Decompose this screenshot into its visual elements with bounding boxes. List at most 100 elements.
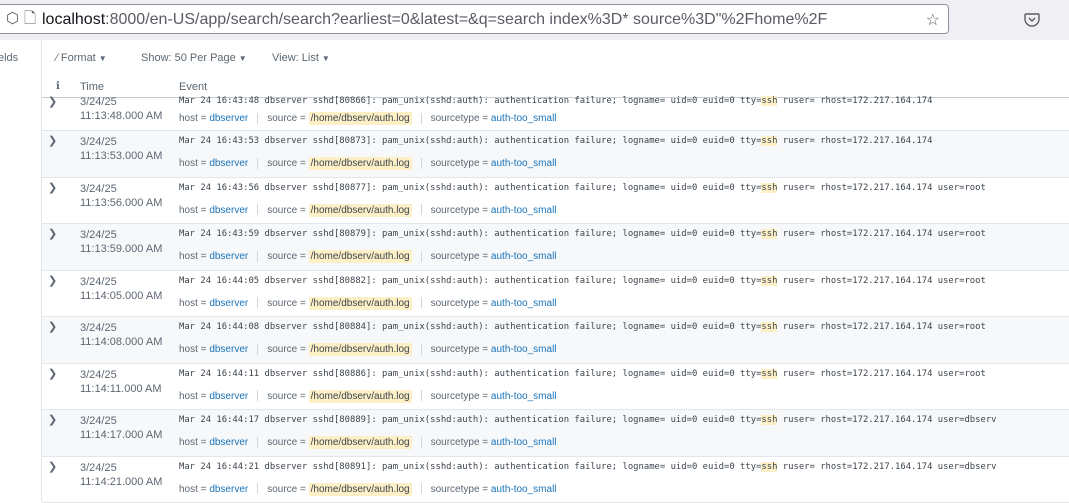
source-field-value[interactable]: /home/dbserv/auth.log [309, 390, 412, 403]
source-field-value[interactable]: /home/dbserv/auth.log [309, 157, 412, 170]
expand-chevron-icon[interactable]: ❯ [48, 274, 57, 287]
field-divider [257, 251, 258, 262]
expand-chevron-icon[interactable]: ❯ [48, 320, 57, 333]
event-raw-text[interactable]: Mar 24 16:44:05 dbserver sshd[80882]: pa… [179, 275, 986, 287]
event-raw-text[interactable]: Mar 24 16:43:53 dbserver sshd[80873]: pa… [179, 135, 932, 147]
event-text-pre: Mar 24 16:44:17 dbserver sshd[80889]: pa… [179, 415, 761, 425]
caret-down-icon: ▼ [99, 54, 107, 63]
sourcetype-field-value[interactable]: auth-too_small [491, 437, 557, 448]
sourcetype-field-value[interactable]: auth-too_small [491, 391, 557, 402]
format-menu[interactable]: ∕ Format▼ [56, 52, 107, 64]
source-field-value[interactable]: /home/dbserv/auth.log [309, 436, 412, 449]
pocket-icon[interactable] [1023, 10, 1041, 28]
table-row: ❯3/24/2511:14:05.000 AMMar 24 16:44:05 d… [42, 271, 1069, 318]
field-divider [421, 390, 422, 401]
event-time: 3/24/2511:14:17.000 AM [80, 414, 162, 442]
host-field-value[interactable]: dbserver [209, 158, 248, 169]
event-highlight-term[interactable]: ssh [761, 96, 777, 106]
event-text-post: ruser= rhost=172.217.164.174 user=root [777, 276, 985, 286]
event-date: 3/24/25 [80, 135, 162, 149]
event-time: 3/24/2511:14:11.000 AM [80, 368, 162, 396]
host-field-value[interactable]: dbserver [209, 437, 248, 448]
event-highlight-term[interactable]: ssh [761, 322, 777, 332]
event-raw-text[interactable]: Mar 24 16:44:17 dbserver sshd[80889]: pa… [179, 414, 997, 426]
sourcetype-field-value[interactable]: auth-too_small [491, 298, 557, 309]
sourcetype-field-value[interactable]: auth-too_small [491, 158, 557, 169]
host-field-value[interactable]: dbserver [209, 391, 248, 402]
star-icon[interactable]: ☆ [926, 10, 940, 30]
source-field-value[interactable]: /home/dbserv/auth.log [309, 297, 412, 310]
sourcetype-field-value[interactable]: auth-too_small [491, 251, 557, 262]
event-raw-text[interactable]: Mar 24 16:44:21 dbserver sshd[80891]: pa… [179, 461, 997, 473]
source-field-key: source = [267, 344, 306, 355]
source-field-key: source = [267, 391, 306, 402]
event-time: 3/24/2511:14:08.000 AM [80, 321, 162, 349]
expand-chevron-icon[interactable]: ❯ [48, 95, 57, 108]
host-field-value[interactable]: dbserver [209, 113, 248, 124]
event-text-post: ruser= rhost=172.217.164.174 [777, 96, 932, 106]
sourcetype-field-value[interactable]: auth-too_small [491, 205, 557, 216]
source-field-key: source = [267, 251, 306, 262]
time-column-header[interactable]: Time [80, 81, 104, 93]
event-highlight-term[interactable]: ssh [761, 136, 777, 146]
show-per-page-menu[interactable]: Show: 50 Per Page▼ [141, 52, 247, 64]
source-field-value[interactable]: /home/dbserv/auth.log [309, 250, 412, 263]
event-highlight-term[interactable]: ssh [761, 183, 777, 193]
event-text-pre: Mar 24 16:43:59 dbserver sshd[80879]: pa… [179, 229, 761, 239]
expand-chevron-icon[interactable]: ❯ [48, 134, 57, 147]
event-raw-text[interactable]: Mar 24 16:44:08 dbserver sshd[80884]: pa… [179, 321, 986, 333]
host-field-key: host = [179, 344, 207, 355]
view-label: View: List [272, 52, 319, 64]
field-divider [421, 158, 422, 169]
sourcetype-field-key: sourcetype = [431, 158, 489, 169]
event-date: 3/24/25 [80, 95, 162, 109]
host-field-value[interactable]: dbserver [209, 484, 248, 495]
expand-chevron-icon[interactable]: ❯ [48, 367, 57, 380]
url-bar[interactable]: ⬡ 🗋 localhost:8000/en-US/app/search/sear… [0, 4, 949, 34]
caret-down-icon: ▼ [239, 54, 247, 63]
sourcetype-field-value[interactable]: auth-too_small [491, 344, 557, 355]
page-icon[interactable]: 🗋 [24, 11, 36, 27]
expand-chevron-icon[interactable]: ❯ [48, 181, 57, 194]
host-field-value[interactable]: dbserver [209, 344, 248, 355]
expand-chevron-icon[interactable]: ❯ [48, 413, 57, 426]
event-time: 3/24/2511:13:56.000 AM [80, 182, 162, 210]
host-field-key: host = [179, 113, 207, 124]
field-divider [257, 113, 258, 124]
expand-chevron-icon[interactable]: ❯ [48, 227, 57, 240]
source-field-value[interactable]: /home/dbserv/auth.log [309, 204, 412, 217]
event-text-pre: Mar 24 16:44:21 dbserver sshd[80891]: pa… [179, 462, 761, 472]
view-menu[interactable]: View: List▼ [272, 52, 330, 64]
host-field-value[interactable]: dbserver [209, 298, 248, 309]
event-raw-text[interactable]: Mar 24 16:43:56 dbserver sshd[80877]: pa… [179, 182, 986, 194]
event-highlight-term[interactable]: ssh [761, 462, 777, 472]
event-timestamp: 11:14:08.000 AM [80, 335, 162, 349]
source-field-value[interactable]: /home/dbserv/auth.log [309, 343, 412, 356]
field-divider [421, 437, 422, 448]
url-text[interactable]: localhost:8000/en-US/app/search/search?e… [42, 10, 912, 30]
table-row: ❯ 3/24/2511:13:56.000 AM Mar 24 16:43:56 d… [42, 178, 1069, 225]
shield-icon[interactable]: ⬡ [6, 11, 19, 27]
fields-tab[interactable]: elds [0, 52, 18, 64]
sourcetype-field-value[interactable]: auth-too_small [491, 484, 557, 495]
host-field-value[interactable]: dbserver [209, 205, 248, 216]
event-time: 3/24/2511:14:21.000 AM [80, 461, 162, 489]
event-highlight-term[interactable]: ssh [761, 369, 777, 379]
sourcetype-field-value[interactable]: auth-too_small [491, 113, 557, 124]
host-field-key: host = [179, 437, 207, 448]
url-host: localhost [42, 11, 105, 28]
event-highlight-term[interactable]: ssh [761, 229, 777, 239]
expand-chevron-icon[interactable]: ❯ [48, 460, 57, 473]
host-field-value[interactable]: dbserver [209, 251, 248, 262]
source-field-value[interactable]: /home/dbserv/auth.log [309, 483, 412, 496]
event-text-post: ruser= rhost=172.217.164.174 user=dbserv [777, 415, 996, 425]
event-raw-text[interactable]: Mar 24 16:43:48 dbserver sshd[80866]: pa… [179, 95, 932, 107]
event-raw-text[interactable]: Mar 24 16:43:59 dbserver sshd[80879]: pa… [179, 228, 986, 240]
event-highlight-term[interactable]: ssh [761, 415, 777, 425]
event-raw-text[interactable]: Mar 24 16:44:11 dbserver sshd[80886]: pa… [179, 368, 986, 380]
event-highlight-term[interactable]: ssh [761, 276, 777, 286]
event-text-pre: Mar 24 16:44:11 dbserver sshd[80886]: pa… [179, 369, 761, 379]
event-timestamp: 11:13:48.000 AM [80, 109, 162, 123]
source-field-value[interactable]: /home/dbserv/auth.log [309, 112, 412, 125]
field-divider [257, 390, 258, 401]
